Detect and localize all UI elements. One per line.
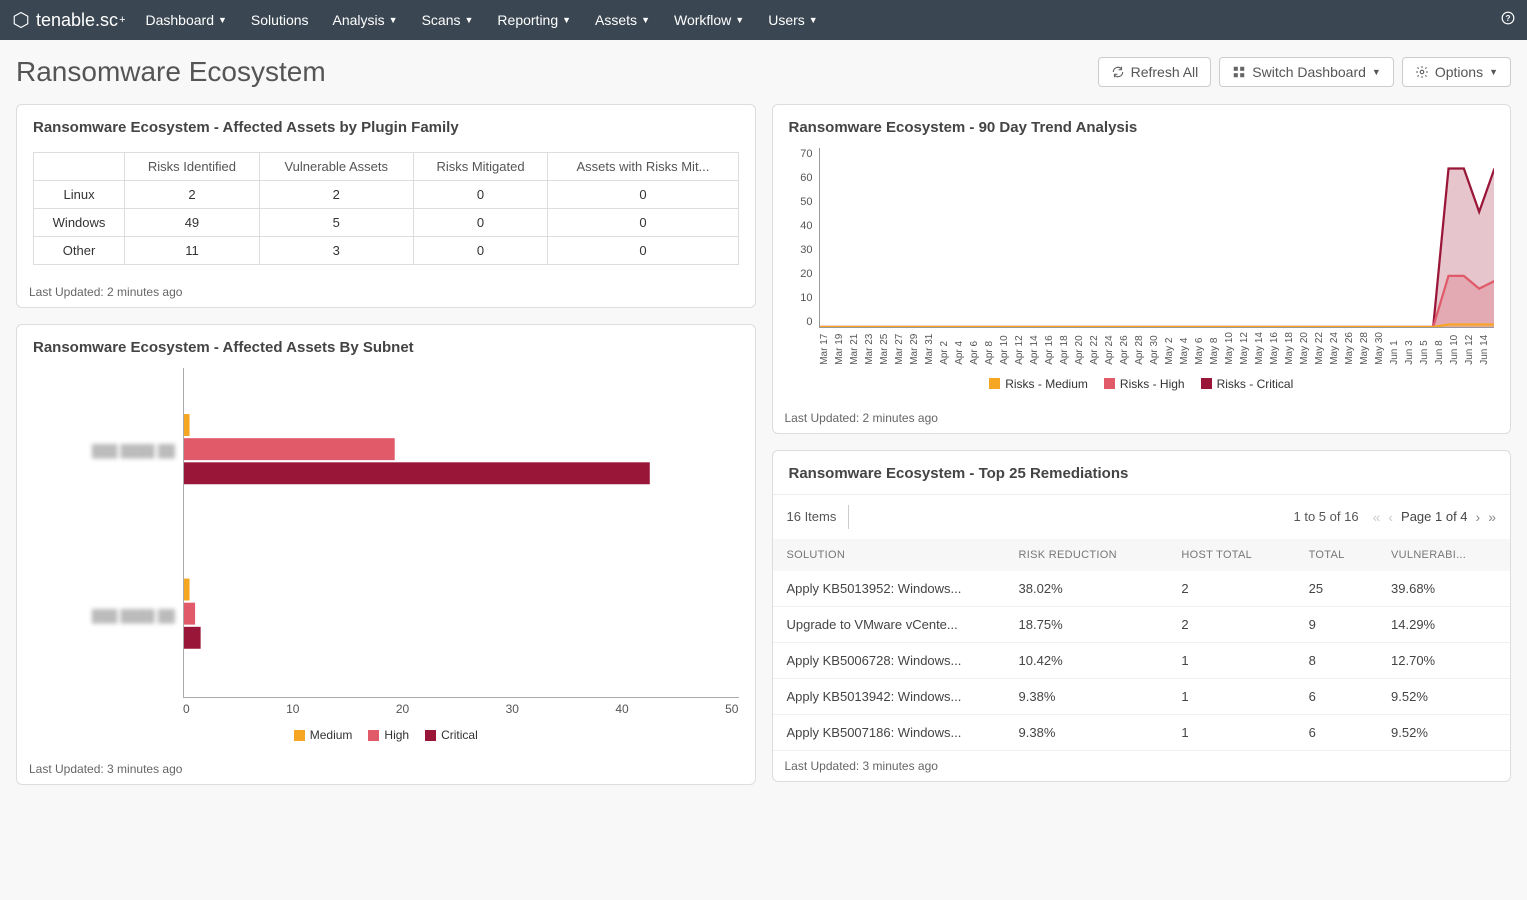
subnet-y-labels: ███ ████ ██ ███ ████ ██ xyxy=(33,368,183,698)
card-footer: Last Updated: 3 minutes ago xyxy=(773,751,1511,781)
chevron-down-icon: ▼ xyxy=(465,15,474,25)
table-header[interactable]: SOLUTION xyxy=(773,539,1005,571)
chevron-down-icon: ▼ xyxy=(809,15,818,25)
nav-item-dashboard[interactable]: Dashboard▼ xyxy=(146,12,227,28)
subnet-chart[interactable] xyxy=(183,368,739,698)
table-header[interactable]: HOST TOTAL xyxy=(1167,539,1294,571)
card-trend-analysis: Ransomware Ecosystem - 90 Day Trend Anal… xyxy=(772,104,1512,434)
card-remediations: Ransomware Ecosystem - Top 25 Remediatio… xyxy=(772,450,1512,782)
legend-item[interactable]: Risks - Medium xyxy=(989,377,1088,391)
card-affected-assets-subnet: Ransomware Ecosystem - Affected Assets B… xyxy=(16,324,756,785)
grid-icon xyxy=(1232,65,1246,79)
last-page-icon[interactable]: » xyxy=(1488,509,1496,525)
table-row[interactable]: Windows49500 xyxy=(34,209,739,237)
options-button[interactable]: Options ▼ xyxy=(1402,57,1511,87)
trend-legend: Risks - Medium Risks - High Risks - Critic… xyxy=(789,377,1495,391)
table-row[interactable]: Apply KB5013942: Windows...9.38%169.52% xyxy=(773,678,1511,714)
card-title: Ransomware Ecosystem - Affected Assets B… xyxy=(17,325,755,368)
page-header: Ransomware Ecosystem Refresh All Switch … xyxy=(16,56,1511,88)
subnet-legend: Medium High Critical xyxy=(33,728,739,742)
table-row[interactable]: Apply KB5013952: Windows...38.02%22539.6… xyxy=(773,571,1511,607)
table-header[interactable]: RISK REDUCTION xyxy=(1005,539,1168,571)
range-label: 1 to 5 of 16 xyxy=(1294,509,1359,524)
subnet-x-axis: 01020304050 xyxy=(183,702,739,716)
nav-item-workflow[interactable]: Workflow▼ xyxy=(674,12,744,28)
nav-item-scans[interactable]: Scans▼ xyxy=(422,12,474,28)
nav-item-users[interactable]: Users▼ xyxy=(768,12,817,28)
table-header: Risks Mitigated xyxy=(413,153,548,181)
chevron-down-icon: ▼ xyxy=(562,15,571,25)
nav-items: Dashboard▼ Solutions Analysis▼ Scans▼ Report… xyxy=(146,12,818,28)
trend-chart[interactable] xyxy=(819,148,1495,328)
brand-logo[interactable]: tenable.sc+ xyxy=(12,10,126,31)
chevron-down-icon: ▼ xyxy=(218,15,227,25)
table-row[interactable]: Other11300 xyxy=(34,237,739,265)
card-affected-assets-family: Ransomware Ecosystem - Affected Assets b… xyxy=(16,104,756,308)
table-row[interactable]: Apply KB5007186: Windows...9.38%169.52% xyxy=(773,714,1511,750)
legend-item[interactable]: High xyxy=(368,728,409,742)
svg-text:?: ? xyxy=(1506,13,1511,22)
table-row[interactable]: Upgrade to VMware vCente...18.75%2914.29… xyxy=(773,606,1511,642)
legend-item[interactable]: Medium xyxy=(294,728,353,742)
hexagon-icon xyxy=(12,11,30,29)
nav-item-solutions[interactable]: Solutions xyxy=(251,12,309,28)
pager: « ‹ Page 1 of 4 › » xyxy=(1373,509,1496,525)
brand-text: tenable.sc xyxy=(36,10,118,31)
table-header: Risks Identified xyxy=(125,153,260,181)
legend-item[interactable]: Critical xyxy=(425,728,478,742)
prev-page-icon[interactable]: ‹ xyxy=(1388,509,1393,525)
remediation-toolbar: 16 Items 1 to 5 of 16 « ‹ Page 1 of 4 › … xyxy=(773,494,1511,539)
chevron-down-icon: ▼ xyxy=(641,15,650,25)
legend-item[interactable]: Risks - High xyxy=(1104,377,1185,391)
next-page-icon[interactable]: › xyxy=(1476,509,1481,525)
switch-dashboard-button[interactable]: Switch Dashboard ▼ xyxy=(1219,57,1394,87)
card-title: Ransomware Ecosystem - Top 25 Remediatio… xyxy=(773,451,1511,494)
nav-item-reporting[interactable]: Reporting▼ xyxy=(497,12,571,28)
table-header xyxy=(34,153,125,181)
trend-x-axis: Mar 17Mar 19Mar 21Mar 23Mar 25Mar 27Mar … xyxy=(819,332,1495,365)
card-footer: Last Updated: 2 minutes ago xyxy=(773,403,1511,433)
chevron-down-icon: ▼ xyxy=(389,15,398,25)
first-page-icon[interactable]: « xyxy=(1373,509,1381,525)
card-title: Ransomware Ecosystem - 90 Day Trend Anal… xyxy=(773,105,1511,148)
refresh-button[interactable]: Refresh All xyxy=(1098,57,1212,87)
nav-item-assets[interactable]: Assets▼ xyxy=(595,12,650,28)
chevron-down-icon: ▼ xyxy=(1489,67,1498,77)
table-header: Vulnerable Assets xyxy=(259,153,413,181)
refresh-icon xyxy=(1111,65,1125,79)
trend-y-axis: 706050403020100 xyxy=(789,148,819,328)
table-header: Assets with Risks Mit... xyxy=(548,153,738,181)
affected-assets-table: Risks IdentifiedVulnerable AssetsRisks M… xyxy=(33,152,739,265)
top-nav: tenable.sc+ Dashboard▼ Solutions Analysis▼… xyxy=(0,0,1527,40)
card-footer: Last Updated: 2 minutes ago xyxy=(17,277,755,307)
items-count: 16 Items xyxy=(787,509,837,524)
card-footer: Last Updated: 3 minutes ago xyxy=(17,754,755,784)
page-label: Page 1 of 4 xyxy=(1401,509,1468,524)
page-actions: Refresh All Switch Dashboard ▼ Options ▼ xyxy=(1098,57,1511,87)
gear-icon xyxy=(1415,65,1429,79)
table-header[interactable]: TOTAL xyxy=(1295,539,1377,571)
table-row[interactable]: Linux2200 xyxy=(34,181,739,209)
chevron-down-icon: ▼ xyxy=(735,15,744,25)
table-row[interactable]: Apply KB5006728: Windows...10.42%1812.70… xyxy=(773,642,1511,678)
table-header[interactable]: VULNERABI... xyxy=(1377,539,1510,571)
help-icon[interactable]: ? xyxy=(1501,11,1515,30)
card-title: Ransomware Ecosystem - Affected Assets b… xyxy=(17,105,755,148)
remediation-table: SOLUTIONRISK REDUCTIONHOST TOTALTOTALVUL… xyxy=(773,539,1511,751)
brand-suffix: + xyxy=(119,14,125,26)
chevron-down-icon: ▼ xyxy=(1372,67,1381,77)
nav-item-analysis[interactable]: Analysis▼ xyxy=(333,12,398,28)
page-title: Ransomware Ecosystem xyxy=(16,56,326,88)
legend-item[interactable]: Risks - Critical xyxy=(1201,377,1294,391)
